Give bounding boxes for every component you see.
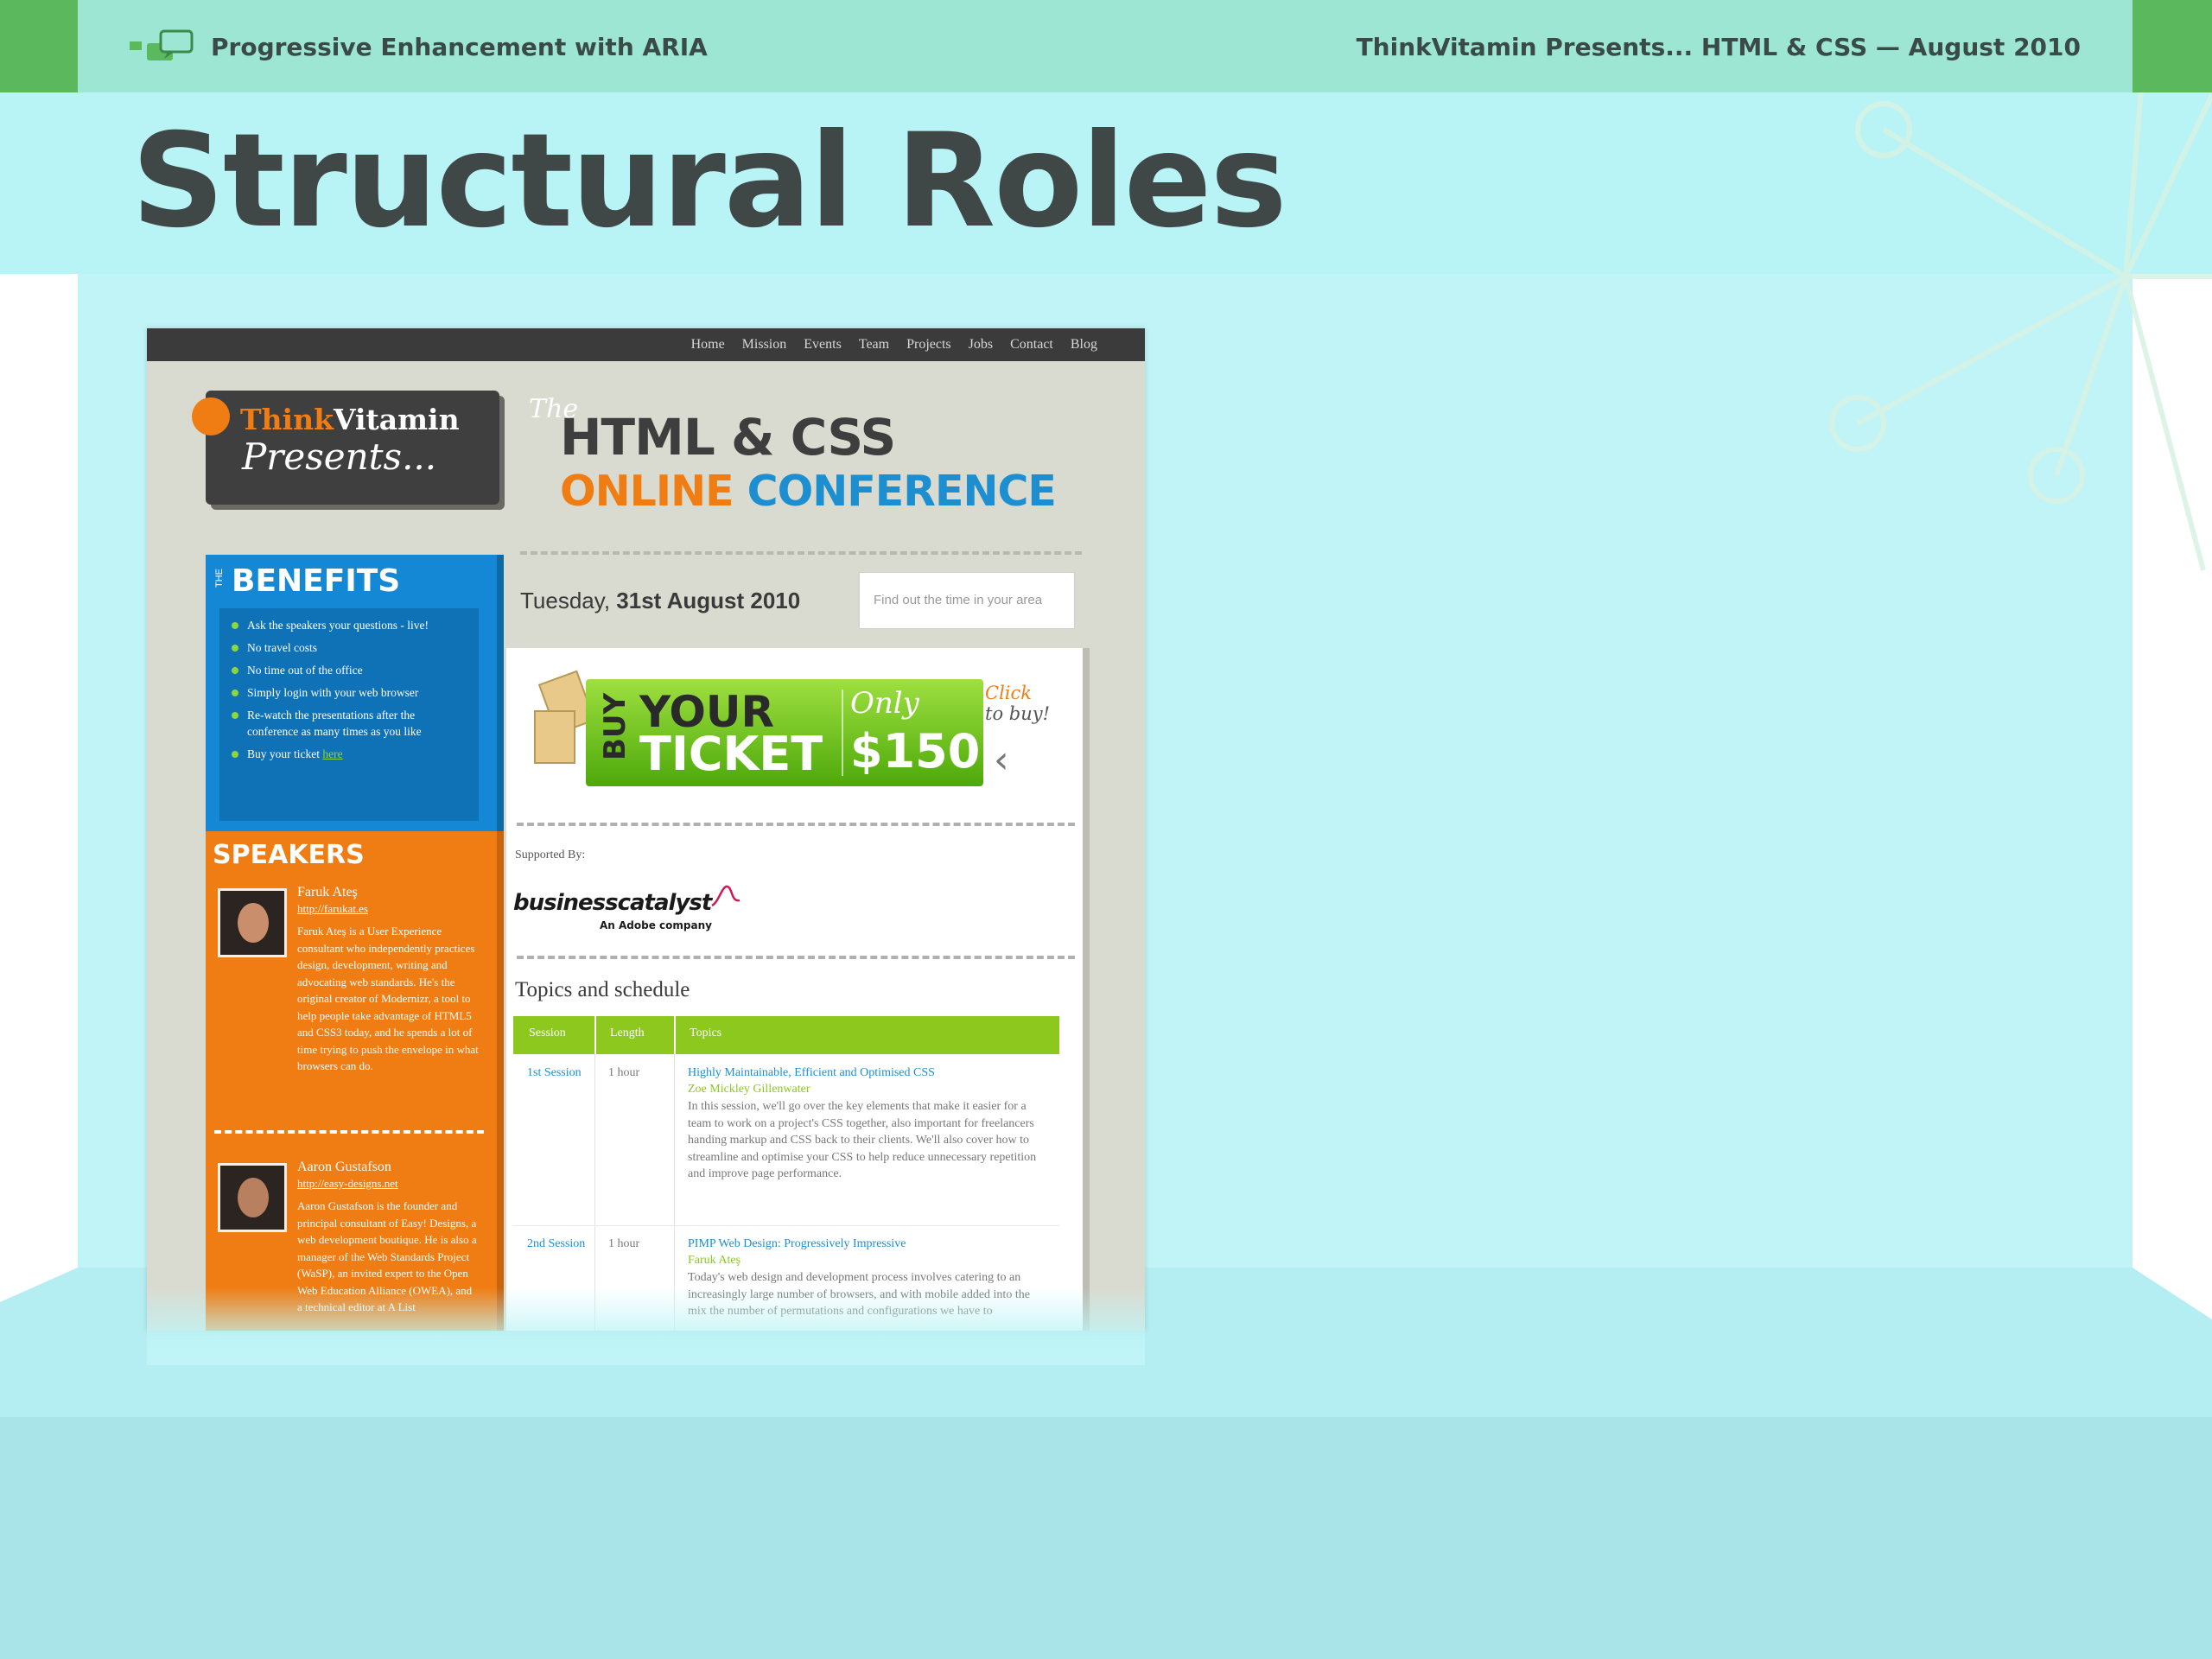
topic-speaker[interactable]: Zoe Mickley Gillenwater [688, 1081, 810, 1098]
column-header: Session [529, 1027, 566, 1039]
topic-description: In this session, we'll go over the key e… [688, 1100, 1037, 1180]
nav-team[interactable]: Team [859, 337, 889, 353]
list-item: Ask the speakers your questions - live! [232, 617, 454, 633]
divider [520, 551, 1082, 555]
nav-home[interactable]: Home [691, 337, 725, 353]
speech-bubbles-icon [130, 29, 194, 60]
orange-icon [192, 397, 230, 435]
header-accent-right [2133, 0, 2212, 92]
benefits-title: BENEFITS [232, 563, 401, 599]
chevron-left-icon: ‹ [994, 738, 1009, 782]
benefits-the: THE [214, 569, 225, 588]
deck-brand: Progressive Enhancement with ARIA [130, 22, 708, 71]
timezone-input[interactable]: Find out the time in your area [859, 572, 1075, 629]
length-cell: 1 hour [608, 1066, 640, 1079]
conference-title: HTML & CSS [560, 408, 896, 467]
divider [842, 690, 843, 776]
site-top-nav: Home Mission Events Team Projects Jobs C… [147, 328, 1145, 361]
list-item: Re-watch the presentations after the con… [232, 707, 454, 740]
supported-label: Supported By: [515, 849, 586, 861]
sponsor-subtitle: An Adobe company [600, 919, 712, 931]
session-cell: 2nd Session [527, 1237, 586, 1250]
left-wall [0, 274, 78, 1268]
divider [517, 823, 1075, 826]
click-to-buy: Click to buy! [985, 683, 1051, 724]
ticket-buy-text: BUY [598, 692, 632, 760]
slide-title: Structural Roles [131, 106, 1287, 257]
main-content: BUY YOUR TICKET Only $150 Click to buy! ‹… [506, 648, 1090, 1331]
nav-projects[interactable]: Projects [906, 337, 951, 353]
speaker-link[interactable]: http://farukat.es [297, 902, 368, 916]
nav-contact[interactable]: Contact [1010, 337, 1053, 353]
network-decoration [1829, 69, 2212, 571]
speaker-bio: Faruk Ateş is a User Experience consulta… [297, 925, 479, 1072]
nav-events[interactable]: Events [804, 337, 842, 353]
speaker-name: Faruk Ateş [297, 885, 358, 899]
avatar [218, 888, 287, 957]
topic-speaker[interactable]: Faruk Ateş [688, 1252, 741, 1269]
column-header: Topics [690, 1027, 722, 1039]
header-accent-left [0, 0, 78, 92]
deck-meta: ThinkVitamin Presents... HTML & CSS — Au… [1356, 32, 2081, 61]
benefits-list-box: Ask the speakers your questions - live! … [219, 608, 479, 821]
nav-mission[interactable]: Mission [742, 337, 787, 353]
schedule-table-header: Session Length Topics [513, 1016, 1059, 1054]
topic-link[interactable]: PIMP Web Design: Progressively Impressiv… [688, 1236, 1051, 1253]
column-header: Length [610, 1027, 645, 1039]
deck-title: Progressive Enhancement with ARIA [211, 32, 708, 61]
avatar [218, 1163, 287, 1232]
topics-title: Topics and schedule [515, 978, 690, 1001]
ticket-only-text: Only [850, 686, 919, 721]
speakers-title: SPEAKERS [213, 840, 365, 870]
nav-blog[interactable]: Blog [1071, 337, 1097, 353]
screenshot-reflection [147, 1287, 1145, 1365]
benefits-panel: THE BENEFITS Ask the speakers your quest… [206, 555, 504, 831]
speaker-link[interactable]: http://easy-designs.net [297, 1177, 398, 1191]
ticket-stubs-icon [534, 670, 596, 764]
floor-corner-left [0, 1268, 78, 1302]
session-cell: 1st Session [527, 1066, 582, 1079]
benefits-list: Ask the speakers your questions - live! … [219, 608, 479, 762]
speakers-panel: SPEAKERS Faruk Ateş http://farukat.es Fa… [206, 831, 504, 1331]
divider [214, 1130, 484, 1134]
list-item: No travel costs [232, 639, 454, 656]
conference-subtitle: ONLINE CONFERENCE [560, 467, 1057, 516]
logo-line-1: ThinkVitamin [240, 403, 460, 436]
floor-corner-right [2133, 1268, 2212, 1319]
list-item: Simply login with your web browser [232, 684, 454, 701]
website-screenshot: Home Mission Events Team Projects Jobs C… [147, 328, 1145, 1331]
ticket-ticket-text: TICKET [639, 727, 823, 781]
divider [517, 956, 1075, 959]
buy-ticket-link[interactable]: here [322, 747, 342, 760]
nav-jobs[interactable]: Jobs [969, 337, 993, 353]
topic-link[interactable]: Highly Maintainable, Efficient and Optim… [688, 1065, 1051, 1082]
list-item: No time out of the office [232, 662, 454, 678]
sponsor-swoosh-icon [711, 885, 741, 907]
ticket-price: $150 [850, 724, 981, 779]
logo-line-2: Presents... [242, 435, 437, 478]
buy-ticket-button[interactable]: BUY YOUR TICKET Only $150 [586, 679, 983, 786]
length-cell: 1 hour [608, 1237, 640, 1250]
list-item: Buy your ticket here [232, 746, 454, 762]
speaker-name: Aaron Gustafson [297, 1160, 391, 1174]
conference-date: Tuesday, 31st August 2010 [520, 588, 801, 613]
sponsor-logo[interactable]: businesscatalyst [513, 890, 712, 916]
